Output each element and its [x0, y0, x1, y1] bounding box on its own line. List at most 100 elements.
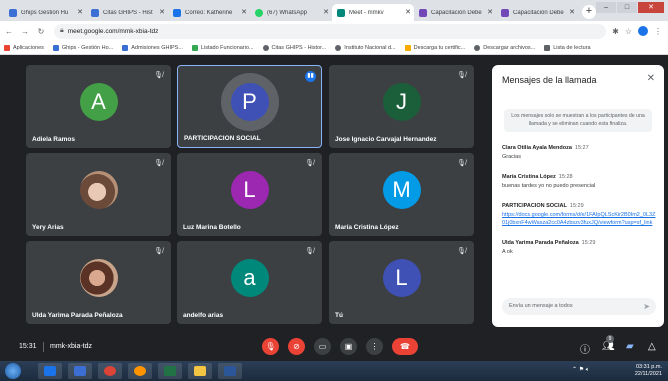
- chat-icon[interactable]: ▰: [626, 341, 634, 352]
- mic-muted-icon: 🎙︎̸: [457, 248, 466, 255]
- bookmark-item[interactable]: Ghips - Gestión Ho...: [52, 44, 113, 51]
- tab-close-icon[interactable]: ✕: [405, 8, 411, 16]
- close-icon[interactable]: ✕: [647, 73, 655, 84]
- url-field[interactable]: 🔒︎ meet.google.com/mmk-xbia-tdz: [54, 23, 607, 39]
- mic-muted-icon: 🎙︎̸: [457, 72, 466, 79]
- maximize-button[interactable]: □: [617, 2, 637, 13]
- reload-icon[interactable]: ↻: [34, 27, 48, 36]
- participant-name: María Cristina López: [335, 224, 399, 231]
- tab-title: Capacitación Debe: [513, 9, 564, 16]
- mic-toggle-button[interactable]: 🎙︎: [262, 338, 279, 355]
- tab-close-icon[interactable]: ✕: [77, 8, 83, 16]
- meet-control-bar: 15:31 mmk-xbia-tdz 🎙︎ ⊘ ▭ ▣ ⋮ ☎︎ ⓘ 👥︎ 9 …: [0, 333, 668, 361]
- menu-kebab-icon[interactable]: ⋮: [654, 27, 662, 36]
- window-close-button[interactable]: ✕: [638, 2, 664, 13]
- captions-button[interactable]: ▭: [314, 338, 331, 355]
- forward-arrow-icon[interactable]: →: [18, 27, 32, 36]
- bookmark-star-icon[interactable]: ☆: [625, 27, 632, 36]
- participant-photo: [79, 170, 118, 209]
- bookmark-item[interactable]: Aplicaciones: [4, 44, 44, 51]
- tab-close-icon[interactable]: ✕: [487, 8, 493, 16]
- browser-tab[interactable]: Capacitación Debe ✕: [496, 4, 578, 21]
- message-sender: María Cristina López: [502, 173, 556, 180]
- bookmark-item[interactable]: Descargar archivos...: [474, 44, 535, 51]
- taskbar-app[interactable]: [218, 363, 242, 379]
- tab-title: Citas GHIPS - Hist: [103, 9, 153, 16]
- chat-message-input[interactable]: Envía un mensaje a todos ➤: [502, 298, 656, 315]
- bookmark-favicon-icon: [404, 44, 411, 51]
- start-button[interactable]: [5, 363, 21, 379]
- bookmark-item[interactable]: Admisiones GHIPS...: [122, 44, 183, 51]
- participant-avatar: L: [382, 258, 421, 297]
- message-time: 15:27: [574, 145, 589, 151]
- participant-tile[interactable]: 🎙︎̸ Ulda Yarima Parada Peñaloza: [26, 241, 171, 324]
- participant-avatar: M: [382, 170, 421, 209]
- excel-icon: [164, 366, 176, 376]
- self-tile[interactable]: L 🎙︎̸ Tú: [329, 241, 474, 324]
- toolbar-actions: ✱ ☆ ⋮: [612, 26, 662, 36]
- system-tray-icons[interactable]: ⌃ ⚑ 🔈︎: [572, 366, 589, 374]
- info-icon[interactable]: ⓘ: [580, 341, 590, 356]
- message-header: Ulda Yarima Parada Peñaloza 15:29: [502, 240, 656, 246]
- tab-close-icon[interactable]: ✕: [241, 8, 247, 16]
- chat-message: María Cristina López 15:28 buenas tardes …: [502, 174, 656, 191]
- participant-tile[interactable]: P ▮▮ PARTICIPACION SOCIAL: [177, 65, 322, 148]
- file-explorer-icon: [194, 366, 206, 376]
- bookmark-item[interactable]: Citas GHIPS - Histor...: [262, 44, 326, 51]
- participant-tile[interactable]: L 🎙︎̸ Luz Marina Botello: [177, 153, 322, 236]
- participant-tile[interactable]: M 🎙︎̸ María Cristina López: [329, 153, 474, 236]
- send-icon[interactable]: ➤: [643, 298, 650, 315]
- message-time: 15:28: [558, 173, 573, 180]
- tab-close-icon[interactable]: ✕: [569, 8, 575, 16]
- browser-tab-active[interactable]: Meet - mmkv ✕: [332, 4, 414, 21]
- minimize-button[interactable]: –: [596, 2, 616, 13]
- firefox-icon: [134, 366, 146, 376]
- new-tab-button[interactable]: +: [582, 5, 596, 19]
- more-options-button[interactable]: ⋮: [366, 338, 383, 355]
- participant-tile[interactable]: a 🎙︎̸ andelfo arias: [177, 241, 322, 324]
- extension-icon[interactable]: ✱: [612, 27, 619, 36]
- present-screen-button[interactable]: ▣: [340, 338, 357, 355]
- bookmark-favicon-icon: [474, 44, 481, 51]
- taskbar-app[interactable]: [68, 363, 92, 379]
- mic-muted-icon: 🎙︎̸: [154, 72, 163, 79]
- browser-tab[interactable]: Citas GHIPS - Hist ✕: [86, 4, 168, 21]
- browser-tab[interactable]: (67) WhatsApp ✕: [250, 4, 332, 21]
- tray-clock[interactable]: 03:31 p.m. 22/11/2021: [635, 364, 662, 378]
- mic-muted-icon: 🎙︎̸: [305, 160, 314, 167]
- participant-tile[interactable]: A 🎙︎̸ Adiela Ramos: [26, 65, 171, 148]
- taskbar-app[interactable]: [98, 363, 122, 379]
- browser-tab[interactable]: Ghips Gestión Hu ✕: [4, 4, 86, 21]
- bookmark-item[interactable]: Listado Funcionario...: [191, 44, 254, 51]
- message-text: A ok: [502, 248, 513, 255]
- tab-close-icon[interactable]: ✕: [323, 8, 329, 16]
- profile-avatar[interactable]: [638, 26, 648, 36]
- message-sender: Ulda Yarima Parada Peñaloza: [502, 239, 579, 246]
- end-call-button[interactable]: ☎︎: [392, 338, 418, 355]
- message-link[interactable]: https://docs.google.com/forms/d/e/1FAIpQ…: [502, 212, 656, 228]
- participant-avatar: A: [79, 82, 118, 121]
- participant-tile[interactable]: J 🎙︎̸ Jose Ignacio Carvajal Hernandez: [329, 65, 474, 148]
- camera-toggle-button[interactable]: ⊘: [288, 338, 305, 355]
- divider: [43, 342, 44, 352]
- taskbar-app[interactable]: [158, 363, 182, 379]
- taskbar-app[interactable]: [38, 363, 62, 379]
- browser-tab[interactable]: Capacitación Debe ✕: [414, 4, 496, 21]
- back-arrow-icon[interactable]: ←: [2, 27, 16, 36]
- participant-name: Ulda Yarima Parada Peñaloza: [32, 312, 123, 319]
- participant-name: Luz Marina Botello: [183, 224, 241, 231]
- window-controls: – □ ✕: [596, 2, 664, 13]
- browser-tab[interactable]: Correo: Katherine ✕: [168, 4, 250, 21]
- mic-muted-icon: 🎙︎̸: [154, 160, 163, 167]
- taskbar-app[interactable]: [128, 363, 152, 379]
- bookmark-item[interactable]: Instituto Nacional d...: [335, 44, 396, 51]
- bookmark-favicon-icon: [262, 44, 269, 51]
- message-time: 15:29: [569, 202, 584, 209]
- participant-tile[interactable]: 🎙︎̸ Yery Arias: [26, 153, 171, 236]
- tab-close-icon[interactable]: ✕: [159, 8, 165, 16]
- taskbar-app[interactable]: [188, 363, 212, 379]
- bookmark-item[interactable]: Lista de lectura: [544, 44, 591, 51]
- activities-icon[interactable]: △: [648, 341, 656, 352]
- bookmark-item[interactable]: Descarga tu certific...: [404, 44, 465, 51]
- chat-message: PARTICIPACION SOCIAL 15:29 https://docs.g…: [502, 203, 656, 228]
